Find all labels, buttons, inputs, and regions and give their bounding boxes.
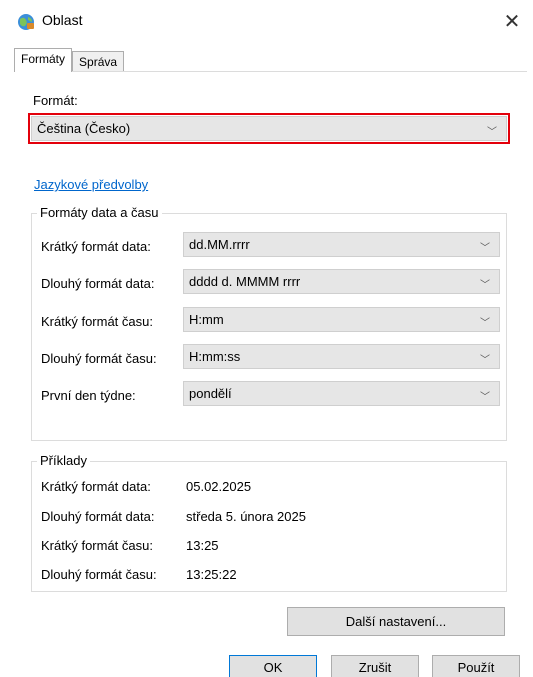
chevron-down-icon: ﹀ (480, 280, 490, 291)
short-date-label: Krátký formát data: (41, 239, 151, 254)
first-day-label: První den týdne: (41, 388, 136, 403)
window-title: Oblast (42, 12, 83, 28)
region-dialog: Oblast ✕ Formáty Správa Formát: Čeština … (0, 0, 533, 677)
chevron-down-icon: ﹀ (487, 127, 497, 138)
chevron-down-icon: ﹀ (480, 318, 490, 329)
example-long-time-label: Dlouhý formát času: (41, 567, 157, 582)
chevron-down-icon: ﹀ (480, 392, 490, 403)
short-time-select[interactable]: H:mm ﹀ (183, 307, 500, 332)
apply-button[interactable]: Použít (432, 655, 520, 677)
close-icon: ✕ (503, 10, 521, 33)
additional-settings-button[interactable]: Další nastavení... (287, 607, 505, 636)
format-value: Čeština (Česko) (37, 121, 131, 136)
globe-icon (18, 14, 34, 30)
tab-formats[interactable]: Formáty (14, 48, 73, 72)
cancel-button[interactable]: Zrušit (331, 655, 419, 677)
ok-button[interactable]: OK (229, 655, 317, 677)
example-short-time-value: 13:25 (186, 538, 219, 553)
format-label: Formát: (33, 93, 78, 108)
short-date-value: dd.MM.rrrr (189, 237, 250, 252)
example-long-time-value: 13:25:22 (186, 567, 237, 582)
example-short-date-value: 05.02.2025 (186, 479, 252, 494)
short-time-label: Krátký formát času: (41, 314, 153, 329)
example-short-date-label: Krátký formát data: (41, 479, 151, 494)
chevron-down-icon: ﹀ (480, 243, 490, 254)
first-day-select[interactable]: pondělí ﹀ (183, 381, 500, 406)
long-time-value: H:mm:ss (189, 349, 241, 364)
short-time-value: H:mm (189, 312, 224, 327)
tab-administration[interactable]: Správa (72, 51, 125, 72)
date-time-formats-title: Formáty data a času (37, 205, 162, 220)
long-time-label: Dlouhý formát času: (41, 351, 157, 366)
examples-title: Příklady (37, 453, 90, 468)
long-date-label: Dlouhý formát data: (41, 276, 155, 291)
long-date-value: dddd d. MMMM rrrr (189, 274, 301, 289)
tab-strip: Formáty Správa (14, 48, 125, 72)
close-button[interactable]: ✕ (499, 8, 525, 34)
long-date-select[interactable]: dddd d. MMMM rrrr ﹀ (183, 269, 500, 294)
title-bar: Oblast ✕ (0, 0, 533, 44)
short-date-select[interactable]: dd.MM.rrrr ﹀ (183, 232, 500, 257)
example-short-time-label: Krátký formát času: (41, 538, 153, 553)
format-select[interactable]: Čeština (Česko) ﹀ (31, 116, 507, 141)
language-preferences-link[interactable]: Jazykové předvolby (34, 177, 148, 192)
chevron-down-icon: ﹀ (480, 355, 490, 366)
example-long-date-label: Dlouhý formát data: (41, 509, 155, 524)
first-day-value: pondělí (189, 386, 232, 401)
example-long-date-value: středa 5. února 2025 (186, 509, 306, 524)
long-time-select[interactable]: H:mm:ss ﹀ (183, 344, 500, 369)
